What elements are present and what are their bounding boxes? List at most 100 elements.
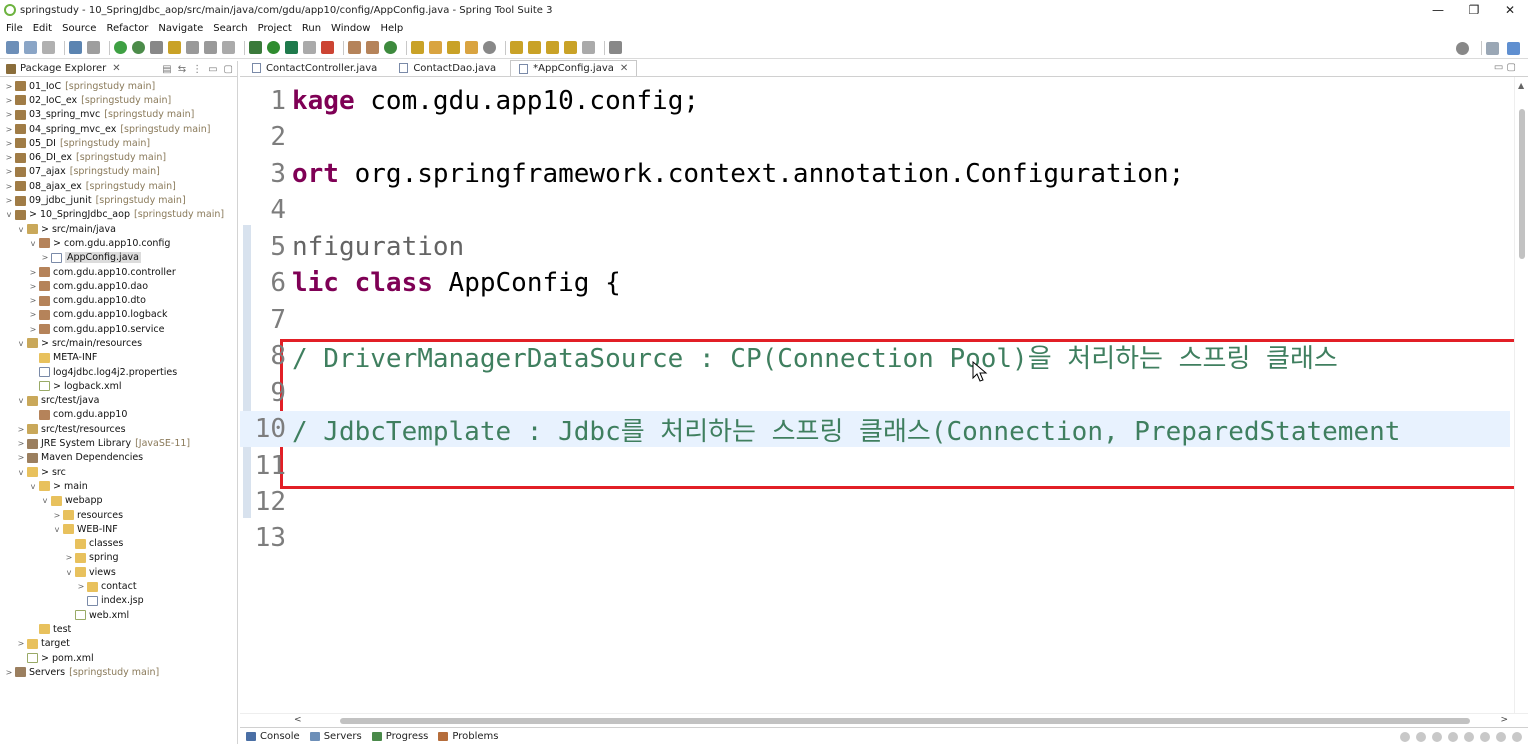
- code-line[interactable]: 4: [240, 192, 1510, 228]
- tree-item[interactable]: > com.gdu.app10.service: [0, 322, 237, 336]
- skip-breakpoints-icon[interactable]: [87, 41, 100, 54]
- editor-text-area[interactable]: ▲ 1 kage com.gdu.app10.config; 2 3 ort org.s…: [240, 77, 1528, 713]
- refresh-icon[interactable]: [132, 41, 145, 54]
- tree-item[interactable]: v > main: [0, 479, 237, 493]
- globe-icon[interactable]: [483, 41, 496, 54]
- collapsed-chevron-icon[interactable]: >: [40, 253, 50, 262]
- terminal-icon[interactable]: [69, 41, 82, 54]
- menu-run[interactable]: Run: [297, 23, 326, 34]
- expanded-chevron-icon[interactable]: v: [64, 568, 74, 577]
- menu-window[interactable]: Window: [326, 23, 375, 34]
- bottom-tool-icon[interactable]: [1464, 731, 1474, 742]
- tab-progress[interactable]: Progress: [371, 731, 428, 742]
- tree-item[interactable]: > contact: [0, 579, 237, 593]
- tree-item[interactable]: v > 10_SpringJdbc_aop [springstudy main]: [0, 208, 237, 222]
- code-line[interactable]: 6 lic class AppConfig {: [240, 265, 1510, 301]
- word-wrap-icon[interactable]: [204, 41, 217, 54]
- code-line[interactable]: 2: [240, 119, 1510, 155]
- tree-item[interactable]: >01_IoC [springstudy main]: [0, 79, 237, 93]
- tree-item[interactable]: > com.gdu.app10.controller: [0, 265, 237, 279]
- tab-contactdao[interactable]: ContactDao.java: [391, 60, 504, 76]
- new-icon[interactable]: [6, 41, 19, 54]
- tree-item[interactable]: > JRE System Library [JavaSE-11]: [0, 436, 237, 450]
- code-line[interactable]: 10/ JdbcTemplate : Jdbc를 처리하는 스프링 클래스(Co…: [240, 411, 1510, 447]
- collapsed-chevron-icon[interactable]: >: [52, 511, 62, 520]
- bottom-tool-icon[interactable]: [1512, 731, 1522, 742]
- scroll-right-icon[interactable]: >: [1500, 715, 1508, 725]
- search-files-icon[interactable]: [447, 41, 460, 54]
- tree-item[interactable]: >08_ajax_ex [springstudy main]: [0, 179, 237, 193]
- menu-navigate[interactable]: Navigate: [153, 23, 208, 34]
- collapsed-chevron-icon[interactable]: >: [4, 182, 14, 191]
- new-java-package-icon[interactable]: [348, 41, 361, 54]
- collapsed-chevron-icon[interactable]: >: [4, 96, 14, 105]
- minimize-button[interactable]: —: [1420, 0, 1456, 20]
- spring-boot-icon[interactable]: [114, 41, 127, 54]
- tab-appconfig[interactable]: *AppConfig.java ✕: [510, 60, 638, 76]
- tree-item[interactable]: v > src/main/java: [0, 222, 237, 236]
- tree-item[interactable]: > logback.xml: [0, 379, 237, 393]
- open-task-icon[interactable]: [429, 41, 442, 54]
- scroll-left-icon[interactable]: <: [294, 715, 302, 725]
- maximize-view-icon[interactable]: ▢: [224, 64, 233, 75]
- expanded-chevron-icon[interactable]: v: [28, 482, 38, 491]
- code-line[interactable]: 7: [240, 302, 1510, 338]
- scroll-up-icon[interactable]: ▲: [1518, 81, 1524, 90]
- code-line[interactable]: 1 kage com.gdu.app10.config;: [240, 83, 1510, 119]
- code-line[interactable]: 12: [240, 484, 1510, 520]
- menu-help[interactable]: Help: [375, 23, 408, 34]
- collapsed-chevron-icon[interactable]: >: [28, 296, 38, 305]
- tree-item[interactable]: index.jsp: [0, 594, 237, 608]
- collapsed-chevron-icon[interactable]: >: [4, 82, 14, 91]
- tree-item[interactable]: log4jdbc.log4j2.properties: [0, 365, 237, 379]
- tree-item[interactable]: > spring: [0, 551, 237, 565]
- expanded-chevron-icon[interactable]: v: [40, 496, 50, 505]
- tab-servers[interactable]: Servers: [309, 731, 362, 742]
- collapsed-chevron-icon[interactable]: >: [16, 639, 26, 648]
- collapsed-chevron-icon[interactable]: >: [64, 553, 74, 562]
- code-line[interactable]: 13: [240, 520, 1510, 556]
- expanded-chevron-icon[interactable]: v: [4, 210, 14, 219]
- collapsed-chevron-icon[interactable]: >: [76, 582, 86, 591]
- tree-item[interactable]: v webapp: [0, 494, 237, 508]
- collapsed-chevron-icon[interactable]: >: [4, 668, 14, 677]
- collapsed-chevron-icon[interactable]: >: [4, 139, 14, 148]
- collapsed-chevron-icon[interactable]: >: [16, 439, 26, 448]
- expanded-chevron-icon[interactable]: v: [16, 339, 26, 348]
- show-whitespace-icon[interactable]: [222, 41, 235, 54]
- save-icon[interactable]: [24, 41, 37, 54]
- horizontal-scroll-thumb[interactable]: [340, 718, 1470, 724]
- previous-annotation-icon[interactable]: [528, 41, 541, 54]
- editor-window-controls[interactable]: ▭ ▢: [1494, 62, 1516, 73]
- back-icon[interactable]: [564, 41, 577, 54]
- expanded-chevron-icon[interactable]: v: [28, 239, 38, 248]
- tree-item[interactable]: classes: [0, 537, 237, 551]
- coverage-icon[interactable]: [285, 41, 298, 54]
- block-selection-icon[interactable]: [186, 41, 199, 54]
- collapsed-chevron-icon[interactable]: >: [4, 167, 14, 176]
- external-tools-icon[interactable]: [321, 41, 334, 54]
- mark-occurrences-icon[interactable]: [168, 41, 181, 54]
- tree-item[interactable]: > com.gdu.app10.logback: [0, 308, 237, 322]
- code-line[interactable]: 3 ort org.springframework.context.annotat…: [240, 156, 1510, 192]
- collapsed-chevron-icon[interactable]: >: [16, 453, 26, 462]
- forward-icon[interactable]: [582, 41, 595, 54]
- tree-item[interactable]: v views: [0, 565, 237, 579]
- menu-search[interactable]: Search: [208, 23, 252, 34]
- tree-item[interactable]: v > src: [0, 465, 237, 479]
- menu-file[interactable]: File: [0, 23, 28, 34]
- bottom-tool-icon[interactable]: [1480, 731, 1490, 742]
- tree-item[interactable]: com.gdu.app10: [0, 408, 237, 422]
- next-annotation-icon[interactable]: [510, 41, 523, 54]
- view-menu-icon[interactable]: ⋮: [192, 64, 202, 75]
- menu-source[interactable]: Source: [57, 23, 101, 34]
- tab-package-explorer[interactable]: Package Explorer ✕: [6, 63, 121, 74]
- code-line[interactable]: 8/ DriverManagerDataSource : CP(Connecti…: [240, 338, 1510, 374]
- tree-item[interactable]: >05_DI [springstudy main]: [0, 136, 237, 150]
- tree-item[interactable]: > com.gdu.app10.dto: [0, 293, 237, 307]
- collapsed-chevron-icon[interactable]: >: [28, 310, 38, 319]
- bottom-tool-icon[interactable]: [1416, 731, 1426, 742]
- tree-item[interactable]: > src/test/resources: [0, 422, 237, 436]
- expanded-chevron-icon[interactable]: v: [16, 225, 26, 234]
- expanded-chevron-icon[interactable]: v: [16, 396, 26, 405]
